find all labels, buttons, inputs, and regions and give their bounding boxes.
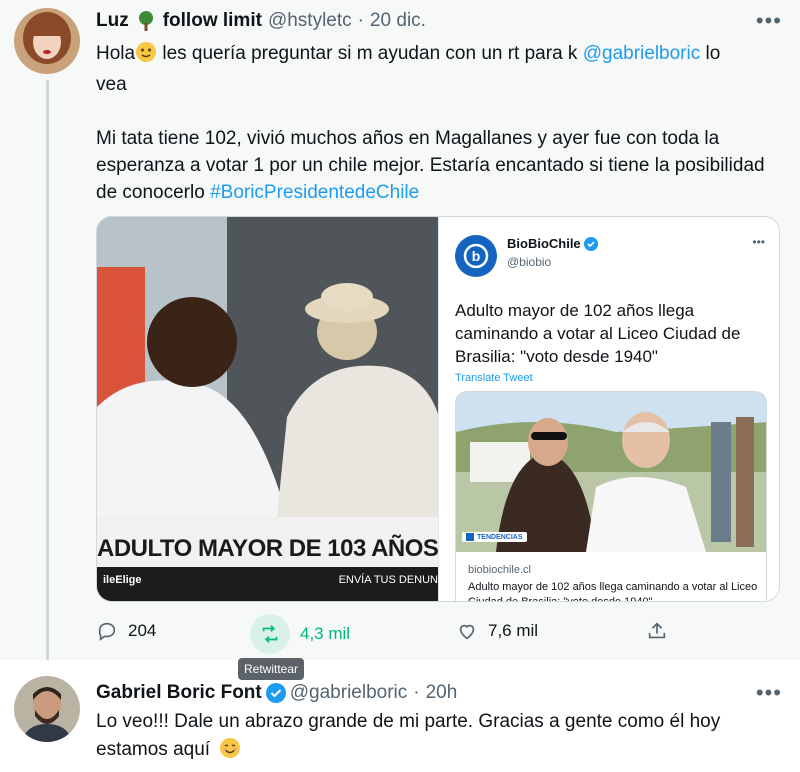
smile-emoji	[219, 737, 241, 768]
heart-icon	[456, 620, 478, 642]
text-hola: Hola	[96, 43, 136, 64]
tweet-original[interactable]: Luz follow limit @hstyletc · 20 dic. •••…	[0, 0, 800, 680]
badge-label: TENDENCIAS	[477, 533, 523, 541]
retweet-button[interactable]: 4,3 mil	[250, 614, 351, 654]
retweet-icon	[250, 614, 290, 654]
share-button[interactable]	[646, 620, 668, 642]
embed-handle: @biobio	[507, 255, 552, 269]
reply-header: Gabriel Boric Font @gabrielboric · 20h	[96, 680, 457, 706]
card-title: Adulto mayor de 102 años llega caminando…	[468, 581, 758, 602]
reply-timestamp[interactable]: 20h	[426, 682, 458, 704]
reply-more-options-icon[interactable]: •••	[756, 680, 782, 706]
video-caption: ADULTO MAYOR DE 103 AÑOS LL	[97, 535, 438, 562]
embedded-tweet[interactable]: b BioBioChile @biobio ••• Adulto mayor d…	[438, 217, 779, 601]
text-lo: lo	[700, 43, 721, 64]
embed-headline: Adulto mayor de 102 años llega caminando…	[455, 301, 741, 366]
link-card[interactable]: TENDENCIAS biobiochile.cl Adulto mayor d…	[455, 391, 767, 602]
tree-emoji	[135, 10, 157, 32]
embed-more-icon: •••	[752, 235, 765, 249]
reply-text-line1: Lo veo!!! Dale un abrazo grande de mi pa…	[96, 711, 721, 732]
reply-icon	[96, 620, 118, 642]
timestamp[interactable]: 20 dic.	[370, 10, 426, 32]
tweet-media[interactable]: ADULTO MAYOR DE 103 AÑOS LL ileElige ENV…	[96, 216, 780, 602]
emoji-face	[135, 41, 157, 71]
tweet-reply[interactable]: Gabriel Boric Font @gabrielboric · 20h •…	[0, 660, 800, 772]
translate-tweet-link[interactable]: Translate Tweet	[455, 372, 533, 384]
text-line2: vea	[96, 74, 127, 95]
thread-line	[46, 80, 49, 680]
tweet-header: Luz follow limit @hstyletc · 20 dic.	[96, 8, 426, 34]
reply-display-name[interactable]: Gabriel Boric Font	[96, 682, 262, 704]
embed-name: BioBioChile	[507, 236, 581, 251]
handle[interactable]: @hstyletc	[268, 10, 352, 32]
reply-text: Lo veo!!! Dale un abrazo grande de mi pa…	[96, 708, 776, 768]
retweet-count: 4,3 mil	[300, 624, 351, 643]
hashtag-link[interactable]: #BoricPresidentedeChile	[210, 182, 419, 203]
reply-text-line2: estamos aquí	[96, 739, 211, 760]
more-options-icon[interactable]: •••	[756, 8, 782, 34]
display-name-suffix[interactable]: follow limit	[163, 10, 262, 32]
avatar-luz[interactable]	[14, 8, 80, 74]
text-paragraph2: Mi tata tiene 102, vivió muchos años en …	[96, 128, 765, 203]
biobio-avatar: b	[455, 235, 497, 277]
verified-icon	[265, 683, 286, 703]
like-count: 7,6 mil	[488, 621, 539, 640]
reply-handle[interactable]: @gabrielboric	[290, 682, 408, 704]
badge-icon	[466, 533, 474, 541]
display-name[interactable]: Luz	[96, 10, 129, 32]
reply-count: 204	[128, 621, 157, 640]
video-ticker-left: ileElige	[103, 574, 142, 586]
video-ticker-right: ENVÍA TUS DENUN	[338, 574, 438, 586]
video-thumbnail[interactable]: ADULTO MAYOR DE 103 AÑOS LL ileElige ENV…	[97, 217, 438, 601]
text-line1: les quería preguntar si m ayudan con un …	[157, 43, 583, 64]
tendencias-badge: TENDENCIAS	[462, 532, 527, 542]
tweet-actions: 204 4,3 mil 7,6 mil	[96, 614, 696, 654]
separator-dot: ·	[357, 10, 364, 31]
share-icon	[646, 620, 668, 642]
tweet-text: Hola les quería preguntar si m ayudan co…	[96, 40, 776, 206]
retweet-tooltip: Retwittear	[238, 658, 305, 680]
svg-text:b: b	[472, 248, 481, 264]
reply-button[interactable]: 204	[96, 620, 156, 642]
avatar-gabriel-boric[interactable]	[14, 676, 80, 742]
card-image	[456, 392, 766, 552]
reply-separator-dot: ·	[413, 682, 420, 703]
card-domain: biobiochile.cl	[468, 564, 531, 576]
like-button[interactable]: 7,6 mil	[456, 620, 538, 642]
embed-verified-icon	[583, 236, 598, 251]
mention-link[interactable]: @gabrielboric	[583, 43, 701, 64]
